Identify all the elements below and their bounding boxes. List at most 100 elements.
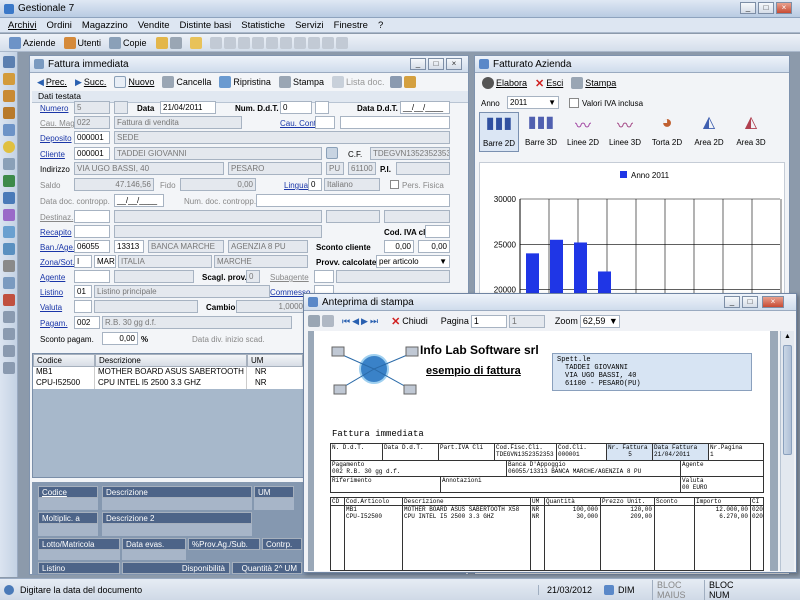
menu-vendite[interactable]: Vendite <box>138 20 170 31</box>
aziende-button[interactable]: Aziende <box>6 35 59 51</box>
sidebar-euro-icon[interactable] <box>2 175 15 187</box>
data-doc-field[interactable]: __/__/____ <box>114 194 164 207</box>
grid-header-descrizione[interactable]: Descrizione <box>95 354 247 367</box>
close-button[interactable]: × <box>776 2 792 14</box>
grid-header-um[interactable]: UM <box>247 354 303 367</box>
tool-icon[interactable] <box>293 36 306 49</box>
sidebar-tool-icon[interactable] <box>2 345 15 357</box>
sidebar-coin-icon[interactable] <box>2 141 15 153</box>
tool-icon[interactable] <box>237 36 250 49</box>
tool-icon[interactable] <box>307 36 320 49</box>
menu-statistiche[interactable]: Statistiche <box>241 20 285 31</box>
menu-servizi[interactable]: Servizi <box>295 20 324 31</box>
cau-mag-label[interactable]: Cau. Mag. <box>40 118 77 129</box>
detail-um-field[interactable] <box>254 498 294 510</box>
zona-sot-label[interactable]: Zona/Sot. <box>40 257 75 268</box>
cab-field[interactable]: 13313 <box>114 240 144 253</box>
sidebar-cart-icon[interactable] <box>2 226 15 238</box>
tool-icon[interactable] <box>321 36 334 49</box>
iva-checkbox[interactable] <box>569 98 579 108</box>
last-page-icon[interactable]: ⏭ <box>370 316 378 327</box>
minimize-button[interactable]: _ <box>740 2 756 14</box>
utenti-button[interactable]: Utenti <box>61 35 105 51</box>
sidebar-chart-icon[interactable] <box>2 209 15 221</box>
sconto-pag-field[interactable]: 0,00 <box>102 332 138 345</box>
mail-icon[interactable] <box>189 36 202 49</box>
tool-icon[interactable] <box>403 76 416 88</box>
destinaz-field[interactable] <box>74 210 110 223</box>
sidebar-cart-icon[interactable] <box>2 243 15 255</box>
chart-type-barre2d[interactable]: ▮▮▮ Barre 2D <box>479 112 519 152</box>
recapito-field[interactable] <box>74 225 110 238</box>
anteprima-close-button[interactable]: × <box>762 296 784 308</box>
print-icon[interactable] <box>308 315 320 327</box>
sidebar-search-icon[interactable] <box>2 277 15 289</box>
cliente-field[interactable]: 000001 <box>74 147 110 160</box>
preview-scrollbar[interactable]: ▲ <box>780 331 794 571</box>
detail-lotto-field[interactable] <box>38 550 120 560</box>
recapito-label[interactable]: Recapito <box>40 227 72 238</box>
num-doc-field[interactable] <box>256 194 450 207</box>
menu-archivi[interactable]: Archivi <box>8 20 37 31</box>
menu-distinte-basi[interactable]: Distinte basi <box>180 20 232 31</box>
chart-type-linee2d[interactable]: 〰 Linee 2D <box>563 112 603 152</box>
sidebar-doc-icon[interactable] <box>2 158 15 170</box>
detail-data-evas-field[interactable] <box>122 550 186 560</box>
anno-select[interactable]: 2011 ▼ <box>507 96 559 109</box>
pagam-label[interactable]: Pagam. <box>40 318 68 329</box>
chiudi-button[interactable]: ✕ Chiudi <box>388 313 431 329</box>
num-ddt-extra-field[interactable] <box>315 101 329 114</box>
detail-descrizione2-field[interactable] <box>102 524 252 536</box>
tool-icon[interactable] <box>389 76 402 88</box>
chart-type-area2d[interactable]: ◭ Area 2D <box>689 112 729 152</box>
fattura-minimize-button[interactable]: _ <box>410 58 426 70</box>
anteprima-maximize-button[interactable]: □ <box>742 296 758 308</box>
sidebar-tool-icon[interactable] <box>2 260 15 272</box>
table-row[interactable]: CPU-I52500 CPU INTEL I5 2500 3.3 GHZ NR <box>33 378 303 389</box>
abi-field[interactable]: 06055 <box>74 240 110 253</box>
tool-icon[interactable] <box>209 36 222 49</box>
maximize-button[interactable]: □ <box>758 2 774 14</box>
copie-button[interactable]: Copie <box>106 35 150 51</box>
ban-age-label[interactable]: Ban./Age. <box>40 242 75 253</box>
fattura-close-button[interactable]: × <box>446 58 462 70</box>
elabora-button[interactable]: Elabora <box>479 75 530 91</box>
prev-page-icon[interactable]: ◀ <box>352 316 359 327</box>
listino-field[interactable]: 01 <box>74 285 92 298</box>
anteprima-minimize-button[interactable]: _ <box>724 296 740 308</box>
chart-type-barre3d[interactable]: ▮▮▮ Barre 3D <box>521 112 561 152</box>
sidebar-truck-icon[interactable] <box>2 294 15 306</box>
chart-type-linee3d[interactable]: 〰 Linee 3D <box>605 112 645 152</box>
valuta-label[interactable]: Valuta <box>40 302 62 313</box>
edit-icon[interactable] <box>326 147 338 159</box>
tool-icon[interactable] <box>279 36 292 49</box>
data-ddt-field[interactable]: __/__/____ <box>400 101 450 114</box>
esci-button[interactable]: ✕ Esci <box>532 75 566 91</box>
detail-codice-field[interactable] <box>38 498 98 510</box>
sconto2-field[interactable]: 0,00 <box>418 240 450 253</box>
subagente-label[interactable]: Subagente <box>270 272 309 283</box>
data-field[interactable]: 21/04/2011 <box>160 101 216 114</box>
scroll-thumb[interactable] <box>783 345 792 455</box>
provv-select[interactable]: per articolo ▼ <box>376 255 450 268</box>
sot-field[interactable]: MAR <box>94 255 116 268</box>
succ-button[interactable]: ▶ Succ. <box>72 74 109 90</box>
num-ddt-field[interactable]: 0 <box>280 101 312 114</box>
sidebar-euro-icon[interactable] <box>2 192 15 204</box>
menu-magazzino[interactable]: Magazzino <box>82 20 128 31</box>
numero-extra-field[interactable] <box>114 101 128 114</box>
sidebar-tool-icon[interactable] <box>2 328 15 340</box>
fattura-maximize-button[interactable]: □ <box>428 58 444 70</box>
chart-type-area3d[interactable]: ◭ Area 3D <box>731 112 771 152</box>
zona-field[interactable]: I <box>74 255 92 268</box>
table-row[interactable]: MB1 MOTHER BOARD ASUS SABERTOOTH X58 NR <box>33 367 303 378</box>
settings-icon[interactable] <box>322 315 334 327</box>
scagl-field[interactable]: 0 <box>246 270 260 283</box>
tool-icon[interactable] <box>265 36 278 49</box>
chart-type-torta2d[interactable]: ◕ Torta 2D <box>647 112 687 152</box>
folder-icon[interactable] <box>155 36 168 49</box>
ripristina-button[interactable]: Ripristina <box>216 74 274 90</box>
sidebar-user-icon[interactable] <box>2 73 15 85</box>
sconto1-field[interactable]: 0,00 <box>384 240 414 253</box>
lingua-field[interactable]: 0 <box>308 178 322 191</box>
